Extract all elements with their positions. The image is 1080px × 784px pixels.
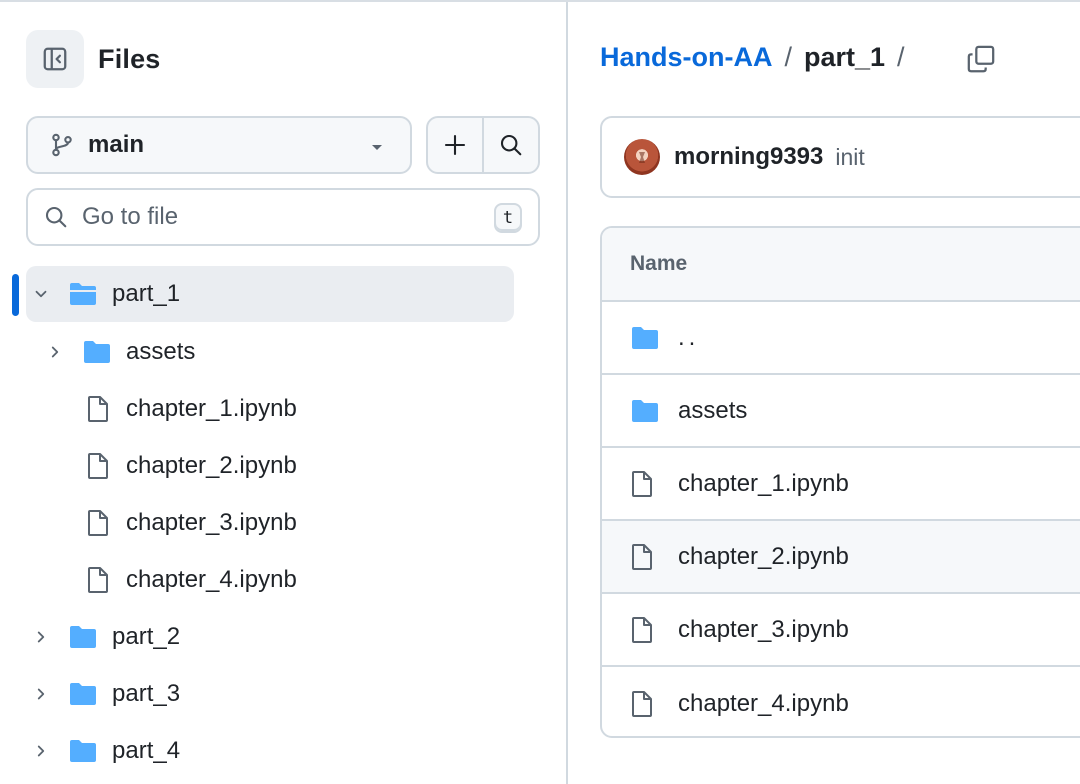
breadcrumb-repo-link[interactable]: Hands-on-AA <box>600 42 772 73</box>
chevron-right-icon[interactable] <box>32 742 50 760</box>
chevron-right-icon[interactable] <box>32 628 50 646</box>
tree-item-part-1[interactable]: part_1 <box>26 266 514 322</box>
search-icon <box>45 206 67 228</box>
folder-open-icon <box>68 281 98 307</box>
chevron-right-icon[interactable] <box>32 685 50 703</box>
row-label[interactable]: chapter_1.ipynb <box>678 470 849 498</box>
file-icon <box>630 543 662 571</box>
tree-item-label: chapter_2.ipynb <box>126 452 297 479</box>
caret-down-icon <box>372 145 382 150</box>
tree-item-chapter-3[interactable]: chapter_3.ipynb <box>26 495 514 551</box>
column-header-name: Name <box>630 252 688 275</box>
collapse-sidebar-button[interactable] <box>26 30 84 88</box>
selected-indicator <box>12 274 19 316</box>
folder-icon <box>68 624 98 650</box>
table-row[interactable]: .. <box>602 302 1080 375</box>
go-to-file-input[interactable]: Go to file t <box>26 188 540 246</box>
table-row[interactable]: assets <box>602 375 1080 448</box>
file-tree-sidebar: Files main Go to file t part_1 assets ch… <box>0 2 568 784</box>
tree-item-part-2[interactable]: part_2 <box>26 609 514 665</box>
search-placeholder: Go to file <box>82 203 179 230</box>
file-icon <box>630 470 662 498</box>
add-file-button[interactable] <box>428 118 482 172</box>
folder-icon <box>630 325 662 351</box>
search-icon <box>500 134 522 156</box>
git-branch-icon <box>52 133 72 157</box>
sidebar-title: Files <box>98 44 161 74</box>
row-label[interactable]: chapter_2.ipynb <box>678 543 849 571</box>
tree-item-label: assets <box>126 338 196 365</box>
plus-icon <box>444 134 466 156</box>
tree-item-label: part_2 <box>112 623 181 650</box>
folder-icon <box>630 398 662 424</box>
tree-actions <box>426 116 540 174</box>
search-code-button[interactable] <box>482 118 538 172</box>
sidebar-collapse-icon <box>43 47 67 71</box>
tree-item-chapter-4[interactable]: chapter_4.ipynb <box>26 552 514 608</box>
file-icon <box>86 509 110 537</box>
folder-icon <box>68 738 98 764</box>
tree-item-label: chapter_3.ipynb <box>126 509 297 536</box>
chevron-right-icon[interactable] <box>46 343 64 361</box>
folder-icon <box>82 339 112 365</box>
commit-author[interactable]: morning9393 <box>674 143 823 171</box>
copy-path-icon[interactable] <box>966 44 996 74</box>
tree-item-label: part_1 <box>112 280 181 307</box>
branch-selector[interactable]: main <box>26 116 412 174</box>
table-row[interactable]: chapter_2.ipynb <box>602 521 1080 594</box>
breadcrumb: Hands-on-AA / part_1 / <box>600 42 917 73</box>
table-row[interactable]: chapter_4.ipynb <box>602 667 1080 736</box>
tree-item-label: part_3 <box>112 680 181 707</box>
file-icon <box>630 616 662 644</box>
row-label-parent-dir[interactable]: .. <box>678 324 699 352</box>
file-icon <box>86 452 110 480</box>
table-row[interactable]: chapter_3.ipynb <box>602 594 1080 667</box>
tree-item-chapter-1[interactable]: chapter_1.ipynb <box>26 381 514 437</box>
breadcrumb-separator: / <box>784 42 792 72</box>
breadcrumb-current: part_1 <box>804 42 886 72</box>
tree-item-chapter-2[interactable]: chapter_2.ipynb <box>26 438 514 494</box>
avatar-figure-icon <box>639 152 645 163</box>
file-icon <box>86 566 110 594</box>
tree-item-part-4[interactable]: part_4 <box>26 723 514 779</box>
keyboard-shortcut-badge: t <box>494 203 522 233</box>
breadcrumb-separator: / <box>897 42 905 72</box>
tree-item-assets[interactable]: assets <box>26 324 514 380</box>
row-label[interactable]: chapter_3.ipynb <box>678 616 849 644</box>
table-row[interactable]: chapter_1.ipynb <box>602 448 1080 521</box>
avatar[interactable] <box>624 139 660 175</box>
tree-item-label: chapter_1.ipynb <box>126 395 297 422</box>
file-icon <box>630 690 662 718</box>
tree-item-part-3[interactable]: part_3 <box>26 666 514 722</box>
file-table: Name .. assets chapter_1.ipynb chapter_2… <box>600 226 1080 738</box>
chevron-down-icon[interactable] <box>32 285 50 303</box>
branch-name: main <box>88 131 145 158</box>
file-icon <box>86 395 110 423</box>
table-header: Name <box>602 228 1080 302</box>
folder-icon <box>68 681 98 707</box>
commit-message[interactable]: init <box>835 144 864 171</box>
latest-commit-bar: morning9393 init <box>600 116 1080 198</box>
row-label[interactable]: chapter_4.ipynb <box>678 690 849 718</box>
tree-item-label: chapter_4.ipynb <box>126 566 297 593</box>
tree-item-label: part_4 <box>112 737 181 764</box>
row-label[interactable]: assets <box>678 397 747 425</box>
